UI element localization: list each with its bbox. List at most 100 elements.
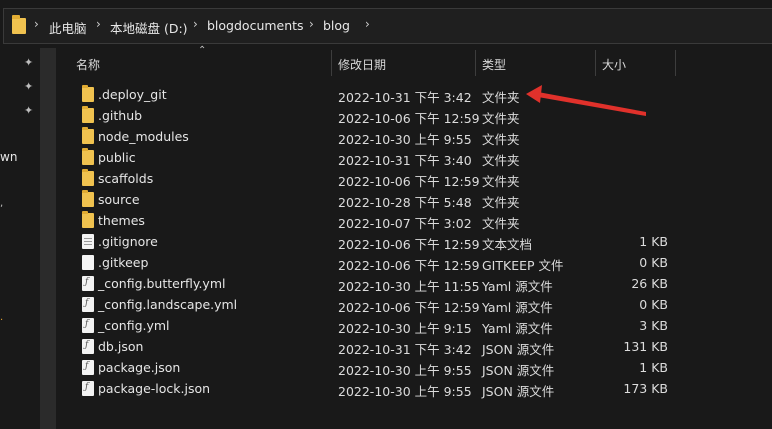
file-date: 2022-10-28 下午 5:48 <box>338 195 472 210</box>
json-file-icon: ƒ <box>82 381 94 396</box>
chevron-right-icon[interactable]: › <box>365 17 370 31</box>
json-file-icon: ƒ <box>82 360 94 375</box>
folder-icon <box>82 127 94 144</box>
file-name: themes <box>98 213 145 228</box>
file-date: 2022-10-07 下午 3:02 <box>338 216 472 231</box>
file-name: public <box>98 150 136 165</box>
file-date: 2022-10-30 上午 9:55 <box>338 363 472 378</box>
pin-icon[interactable]: ✦ <box>24 80 33 93</box>
file-row[interactable]: scaffolds 2022-10-06 下午 12:59 文件夹 <box>56 168 772 189</box>
file-type: Yaml 源文件 <box>482 321 553 336</box>
file-date: 2022-10-31 下午 3:42 <box>338 342 472 357</box>
file-type: 文件夹 <box>482 216 520 231</box>
sort-ascending-icon: ⌃ <box>198 45 207 56</box>
file-row[interactable]: .gitkeep 2022-10-06 下午 12:59 GITKEEP 文件 0 K… <box>56 252 772 273</box>
nav-marker-icon: . <box>0 312 4 323</box>
file-name: .deploy_git <box>98 87 167 102</box>
breadcrumb-local-disk[interactable]: 本地磁盘 (D:) <box>110 18 188 37</box>
file-size: 0 KB <box>639 255 668 270</box>
chevron-right-icon[interactable]: › <box>193 17 198 31</box>
file-name: scaffolds <box>98 171 154 186</box>
column-divider[interactable] <box>595 50 596 76</box>
folder-icon <box>82 85 94 102</box>
file-name: node_modules <box>98 129 189 144</box>
column-header-date[interactable]: 修改日期 <box>338 56 386 73</box>
file-size: 1 KB <box>639 234 668 249</box>
file-type: JSON 源文件 <box>482 342 555 357</box>
column-divider[interactable] <box>475 50 476 76</box>
file-date: 2022-10-30 上午 11:55 <box>338 279 480 294</box>
file-row[interactable]: .deploy_git 2022-10-31 下午 3:42 文件夹 <box>56 84 772 105</box>
file-row[interactable]: node_modules 2022-10-30 上午 9:55 文件夹 <box>56 126 772 147</box>
file-type: 文件夹 <box>482 195 520 210</box>
pin-icon[interactable]: ✦ <box>24 56 33 69</box>
file-type: 文件夹 <box>482 132 520 147</box>
file-list: ⌃ 名称 修改日期 类型 大小 .deploy_git 2022-10-31 下午… <box>56 45 772 429</box>
file-date: 2022-10-30 上午 9:55 <box>338 384 472 399</box>
pin-icon[interactable]: ✦ <box>24 104 33 117</box>
file-size: 173 KB <box>623 381 668 396</box>
address-bar: › 此电脑 › 本地磁盘 (D:) › blogdocuments › blog… <box>0 4 772 48</box>
chevron-right-icon[interactable]: › <box>96 17 101 31</box>
chevron-right-icon[interactable]: › <box>309 17 314 31</box>
file-type: Yaml 源文件 <box>482 279 553 294</box>
yaml-file-icon: ƒ <box>82 318 94 333</box>
file-date: 2022-10-31 下午 3:42 <box>338 90 472 105</box>
file-name: db.json <box>98 339 144 354</box>
file-name: .gitkeep <box>98 255 149 270</box>
file-type: 文件夹 <box>482 90 520 105</box>
file-name: _config.landscape.yml <box>98 297 238 312</box>
folder-icon <box>82 169 94 186</box>
file-size: 3 KB <box>639 318 668 333</box>
file-row[interactable]: ƒ package.json 2022-10-30 上午 9:55 JSON 源文件 1… <box>56 357 772 378</box>
breadcrumb[interactable]: › 此电脑 › 本地磁盘 (D:) › blogdocuments › blog… <box>3 8 772 44</box>
nav-marker-icon: , <box>0 198 4 209</box>
breadcrumb-this-pc[interactable]: 此电脑 <box>49 18 87 37</box>
file-type: 文件夹 <box>482 153 520 168</box>
file-row[interactable]: ƒ db.json 2022-10-31 下午 3:42 JSON 源文件 131 KB <box>56 336 772 357</box>
nav-item-label[interactable]: wn <box>0 150 17 164</box>
file-name: .gitignore <box>98 234 158 249</box>
file-size: 131 KB <box>623 339 668 354</box>
json-file-icon: ƒ <box>82 339 94 354</box>
column-header-size[interactable]: 大小 <box>602 56 626 73</box>
file-size: 26 KB <box>631 276 668 291</box>
file-row[interactable]: ƒ _config.butterfly.yml 2022-10-30 上午 11:5… <box>56 273 772 294</box>
folder-icon <box>12 15 26 34</box>
navigation-pane: ✦ ✦ ✦ wn , . <box>0 48 40 429</box>
file-date: 2022-10-06 下午 12:59 <box>338 300 480 315</box>
text-file-icon <box>82 234 94 249</box>
column-header-type[interactable]: 类型 <box>482 56 506 73</box>
file-row[interactable]: themes 2022-10-07 下午 3:02 文件夹 <box>56 210 772 231</box>
navigation-scrollbar[interactable] <box>40 48 56 429</box>
file-date: 2022-10-06 下午 12:59 <box>338 174 480 189</box>
file-row[interactable]: .gitignore 2022-10-06 下午 12:59 文本文档 1 KB <box>56 231 772 252</box>
file-type: JSON 源文件 <box>482 363 555 378</box>
file-size: 0 KB <box>639 297 668 312</box>
file-date: 2022-10-06 下午 12:59 <box>338 258 480 273</box>
file-row[interactable]: public 2022-10-31 下午 3:40 文件夹 <box>56 147 772 168</box>
file-date: 2022-10-06 下午 12:59 <box>338 237 480 252</box>
folder-icon <box>82 106 94 123</box>
file-row[interactable]: ƒ _config.yml 2022-10-30 上午 9:15 Yaml 源文件 3 … <box>56 315 772 336</box>
file-row[interactable]: ƒ _config.landscape.yml 2022-10-06 下午 12:5… <box>56 294 772 315</box>
file-name: .github <box>98 108 143 123</box>
column-header-name[interactable]: 名称 <box>76 56 100 73</box>
file-row[interactable]: source 2022-10-28 下午 5:48 文件夹 <box>56 189 772 210</box>
file-date: 2022-10-31 下午 3:40 <box>338 153 472 168</box>
file-name: _config.yml <box>98 318 170 333</box>
file-date: 2022-10-30 上午 9:15 <box>338 321 472 336</box>
file-row[interactable]: ƒ package-lock.json 2022-10-30 上午 9:55 JSON… <box>56 378 772 399</box>
column-divider[interactable] <box>675 50 676 76</box>
chevron-right-icon[interactable]: › <box>34 17 39 31</box>
file-name: source <box>98 192 140 207</box>
folder-icon <box>82 148 94 165</box>
folder-icon <box>82 190 94 207</box>
file-row[interactable]: .github 2022-10-06 下午 12:59 文件夹 <box>56 105 772 126</box>
column-divider[interactable] <box>331 50 332 76</box>
file-type: GITKEEP 文件 <box>482 258 564 273</box>
breadcrumb-blogdocuments[interactable]: blogdocuments <box>207 18 304 33</box>
file-type: 文件夹 <box>482 111 520 126</box>
file-name: package-lock.json <box>98 381 211 396</box>
breadcrumb-blog[interactable]: blog <box>323 18 350 33</box>
